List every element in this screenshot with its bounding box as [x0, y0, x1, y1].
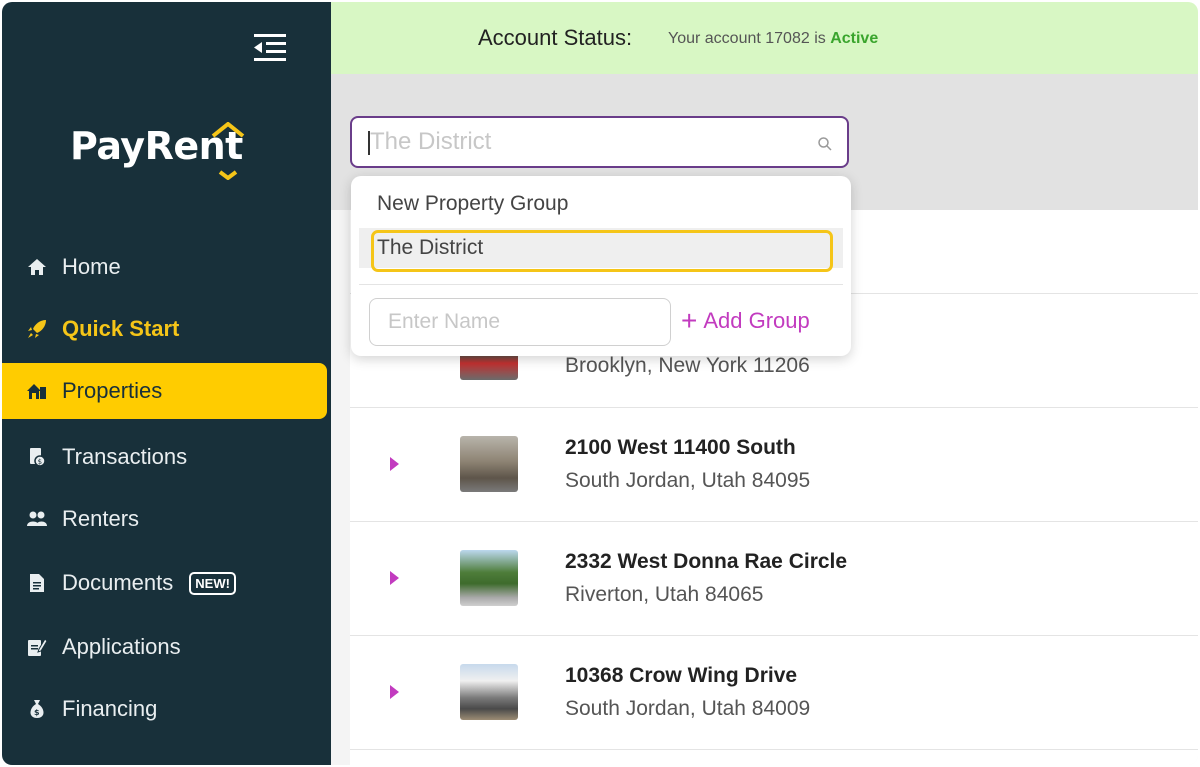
dropdown-option-new-property-group[interactable]: New Property Group	[359, 184, 843, 224]
svg-text:$: $	[34, 708, 40, 717]
property-address: 2332 West Donna Rae Circle	[565, 550, 848, 573]
property-address: 10368 Crow Wing Drive	[565, 664, 798, 687]
main-content: Account Status: Your account 17082 is Ac…	[331, 2, 1198, 765]
table-row[interactable]: 2100 West 11400 South South Jordan, Utah…	[350, 408, 1198, 522]
dropdown-divider	[359, 284, 843, 285]
sidebar-item-applications[interactable]: Applications	[2, 619, 327, 675]
selection-highlight-outline	[371, 230, 833, 272]
group-name-input[interactable]	[369, 298, 671, 346]
add-group-button[interactable]: + Add Group	[681, 305, 810, 336]
property-city: Brooklyn, New York 11206	[565, 354, 810, 377]
property-city: Riverton, Utah 84065	[565, 583, 764, 606]
applications-icon	[26, 636, 48, 658]
expand-arrow-icon[interactable]	[390, 571, 399, 585]
plus-icon: +	[681, 305, 698, 336]
status-active-badge: Active	[830, 30, 879, 47]
properties-icon	[26, 380, 48, 402]
add-group-label: Add Group	[703, 308, 810, 333]
sidebar-item-label: Financing	[62, 696, 158, 721]
table-row[interactable]: 10368 Crow Wing Drive South Jordan, Utah…	[350, 636, 1198, 750]
sidebar-item-label: Documents	[62, 570, 174, 595]
collapse-menu-icon[interactable]	[252, 32, 288, 64]
property-city: South Jordan, Utah 84009	[565, 697, 811, 720]
table-row[interactable]: 2332 West Donna Rae Circle Riverton, Uta…	[350, 522, 1198, 636]
transactions-icon: $	[26, 446, 48, 468]
sidebar-item-label: Transactions	[62, 444, 188, 469]
new-badge: NEW!	[189, 571, 236, 595]
property-thumbnail	[460, 436, 518, 492]
renters-icon	[26, 508, 48, 530]
account-status-bar: Account Status: Your account 17082 is Ac…	[331, 2, 1198, 74]
home-icon	[26, 256, 48, 278]
sidebar-item-label: Renters	[62, 506, 140, 531]
expand-arrow-icon[interactable]	[390, 685, 399, 699]
sidebar-item-quick-start[interactable]: Quick Start	[2, 301, 327, 357]
logo-roof-mark	[211, 122, 245, 180]
status-label: Account Status:	[478, 25, 633, 50]
property-thumbnail	[460, 664, 518, 720]
sidebar-item-transactions[interactable]: $ Transactions	[2, 429, 327, 485]
expand-arrow-icon[interactable]	[390, 457, 399, 471]
status-prefix: Your account 17082 is	[668, 30, 826, 47]
sidebar-item-label: Home	[62, 254, 121, 279]
search-input[interactable]	[370, 127, 790, 157]
property-address: 2100 West 11400 South	[565, 436, 796, 459]
sidebar-item-documents[interactable]: Documents NEW!	[2, 555, 327, 611]
svg-text:$: $	[38, 458, 42, 466]
money-bag-icon: $	[26, 698, 48, 720]
rocket-icon	[26, 318, 48, 340]
document-icon	[26, 572, 48, 594]
search-icon[interactable]	[817, 136, 833, 152]
property-group-search[interactable]	[350, 116, 849, 168]
sidebar-item-label: Applications	[62, 634, 181, 659]
sidebar-item-financing[interactable]: $ Financing	[2, 681, 327, 737]
status-text: Your account 17082 is Active	[668, 30, 878, 48]
property-thumbnail	[460, 550, 518, 606]
property-city: South Jordan, Utah 84095	[565, 469, 811, 492]
sidebar: PayRent Home Quick Start Properties $ Tr…	[2, 2, 331, 765]
sidebar-item-label: Properties	[62, 378, 163, 403]
payrent-logo[interactable]: PayRent	[70, 122, 270, 184]
app-window: PayRent Home Quick Start Properties $ Tr…	[2, 2, 1198, 765]
sidebar-item-home[interactable]: Home	[2, 239, 327, 295]
sidebar-item-properties[interactable]: Properties	[2, 363, 327, 419]
sidebar-item-label: Quick Start	[62, 316, 180, 341]
sidebar-item-renters[interactable]: Renters	[2, 491, 327, 547]
